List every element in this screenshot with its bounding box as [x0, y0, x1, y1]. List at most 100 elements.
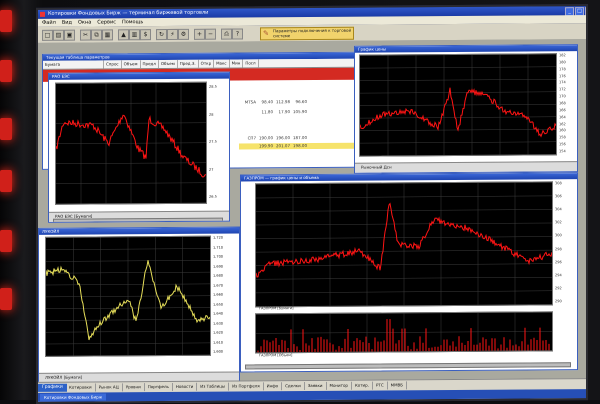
chart-caption: Рыночный Дсн [361, 164, 392, 170]
window-tab[interactable]: Новости [172, 382, 198, 391]
print-icon[interactable]: ⎙ [221, 28, 232, 40]
y-tick-label: 1,650 [213, 302, 224, 307]
window-tab[interactable]: Сделки [282, 382, 305, 391]
led-light [0, 170, 12, 192]
y-tick-label: 302 [555, 220, 562, 225]
cell [239, 109, 256, 115]
cell: 105.90 [293, 109, 307, 115]
table-row-selected[interactable]: 199.90 201.07 198.00 [239, 142, 355, 150]
connect-icon[interactable]: ⚡ [167, 28, 178, 41]
window-tab[interactable]: Уровни [122, 383, 145, 392]
table-row[interactable]: СП7 190.00 196.00 187.00 [239, 135, 307, 141]
y-tick-label: 294 [555, 273, 562, 278]
bottom-bar: Графики Котировки Рынок АЦ Уровни Портфель Н… [38, 378, 586, 402]
tab-charts[interactable]: Графики [38, 383, 67, 392]
connection-note[interactable]: ✎ Параметры подключения к торговой систе… [260, 26, 354, 41]
open-icon[interactable]: ▤ [53, 29, 64, 41]
cell: 196.00 [276, 135, 290, 141]
chart-scrollbar[interactable] [245, 362, 571, 370]
menu-item-file[interactable]: Файл [42, 19, 56, 27]
window-tab[interactable]: Из Таблицы [197, 382, 230, 391]
window-tab[interactable]: Котировки [66, 383, 96, 392]
chart-footer: Рыночный Дсн [355, 161, 577, 173]
column-header[interactable]: Макс [214, 59, 230, 68]
help-icon[interactable]: ? [232, 28, 243, 40]
paste-icon[interactable]: ▦ [102, 29, 113, 41]
column-header[interactable]: Объем [158, 59, 178, 69]
price-chart-gazprom[interactable] [255, 181, 553, 308]
y-tick-label: 27 [209, 167, 214, 172]
column-header[interactable]: Пред.З. [177, 59, 199, 68]
chart-icon[interactable]: ▲ [118, 29, 129, 41]
cell: 187.00 [293, 135, 307, 141]
window-tab[interactable]: Заявки [304, 381, 327, 391]
chart-caption: ГАЗПРОМ [Объем] [259, 353, 293, 358]
chart-svg [45, 236, 211, 356]
y-tick-label: 182 [559, 53, 566, 58]
price-chart-lukoil[interactable] [45, 235, 211, 357]
price-chart-rao[interactable] [55, 81, 207, 205]
y-tick-label: 154 [559, 149, 566, 154]
refresh-icon[interactable]: ↻ [156, 29, 167, 41]
chart-footer: РАО ЕЭС [Бумаги] [49, 210, 229, 223]
settings-icon[interactable]: ⚙ [178, 28, 189, 40]
led-light [0, 118, 12, 140]
chart-window-title: График цены [355, 45, 577, 53]
order-icon[interactable]: $ [140, 29, 151, 41]
chart-svg [359, 54, 557, 156]
cut-icon[interactable]: ✂ [80, 29, 91, 41]
y-tick-label: 172 [559, 87, 566, 92]
y-tick-label: 1,690 [213, 264, 224, 269]
window-tab[interactable]: Из Портфеля [229, 382, 264, 391]
window-tab[interactable]: Инфо [263, 382, 283, 391]
column-header[interactable]: Мин [229, 59, 244, 68]
window-tab[interactable]: РТС [372, 381, 388, 390]
y-tick-label: 1,700 [213, 254, 224, 259]
chart-window-lukoil[interactable]: ЛУКОЙЛ 1,720 1,710 1,700 1,690 1,680 1,670 1,6… [38, 226, 240, 384]
menu-item-service[interactable]: Сервис [97, 18, 116, 26]
column-header[interactable]: Объем [121, 60, 141, 69]
y-tick-label: 1,600 [213, 349, 224, 354]
chart-window-ravd[interactable]: График цены 182 180 178 176 174 172 170 168 166 1… [354, 44, 578, 174]
y-tick-label: 296 [555, 259, 562, 264]
chart-scrollbar[interactable] [53, 217, 223, 223]
window-tab[interactable]: Рынок АЦ [95, 383, 123, 392]
column-header[interactable]: Откр [198, 59, 215, 68]
column-header[interactable]: Посл [243, 59, 259, 68]
cell: 190.00 [259, 135, 273, 141]
y-tick-label: 156 [559, 142, 566, 147]
window-tab[interactable]: Монитор [326, 381, 352, 390]
copy-icon[interactable]: ⧉ [91, 29, 102, 41]
table-row[interactable]: MTSA 98.40 112.98 96.60 [239, 99, 307, 105]
zoom-out-icon[interactable]: − [205, 28, 216, 40]
y-tick-label: 1,680 [213, 273, 224, 278]
zoom-in-icon[interactable]: + [194, 28, 205, 40]
chart-svg [55, 82, 207, 204]
menu-item-windows[interactable]: Окна [78, 19, 91, 27]
column-header[interactable]: Предл [140, 60, 159, 69]
y-tick-label: 178 [559, 66, 566, 71]
workspace: Текущая таблица параметров Бумага Спрос … [38, 39, 586, 384]
save-icon[interactable]: ▣ [64, 29, 75, 41]
y-tick-label: 1,620 [213, 330, 224, 335]
menu-item-help[interactable]: Помощь [122, 18, 143, 26]
menu-item-view[interactable]: Вид [62, 19, 72, 27]
led-ticker-strip [0, 0, 14, 400]
column-header[interactable]: Спрос [104, 60, 122, 69]
y-tick-label: 1,670 [213, 283, 224, 288]
window-tab[interactable]: Портфель [144, 382, 173, 392]
window-tab[interactable]: Котир. [351, 381, 373, 390]
table-row[interactable]: 11.80 17.90 105.90 [239, 109, 307, 115]
volume-chart-gazprom[interactable] [255, 311, 553, 354]
cell: 199.90 [259, 143, 273, 149]
chart-window-gazprom[interactable]: ГАЗПРОМ — график цены и объема 308 306 304… [240, 172, 578, 373]
price-chart-ravd[interactable] [359, 53, 557, 157]
y-tick-label: 166 [559, 108, 566, 113]
table-icon[interactable]: ▥ [129, 29, 140, 41]
chart-window-title: РАО ЕЭС [49, 72, 229, 80]
chart-window-rao[interactable]: РАО ЕЭС 28.5 28 27.5 27 26.5 РАО ЕЭС [Бумаги… [48, 71, 230, 223]
new-icon[interactable]: □ [42, 29, 53, 41]
column-header[interactable]: Бумага [43, 60, 104, 69]
window-tab[interactable]: ММВБ [387, 381, 408, 390]
y-tick-label: 164 [559, 114, 566, 119]
